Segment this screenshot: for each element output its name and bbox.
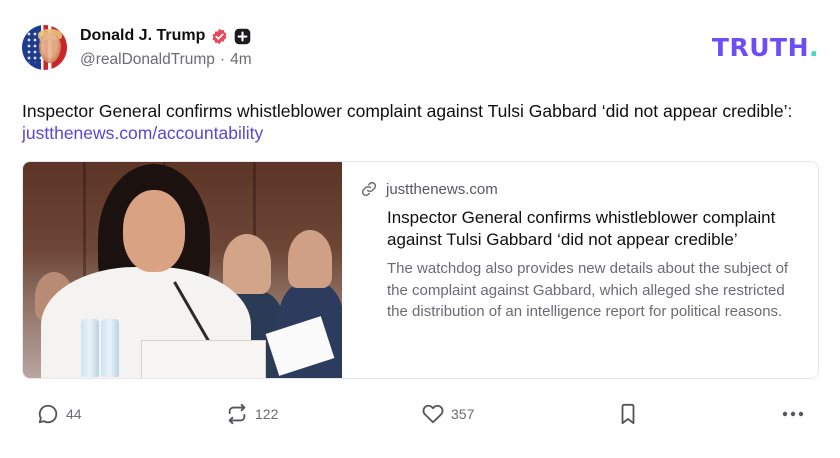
avatar[interactable] <box>22 25 67 70</box>
author-meta: @realDonaldTrump · 4m <box>80 51 252 69</box>
post-body-text: Inspector General confirms whistleblower… <box>22 101 793 121</box>
link-domain-row: justthenews.com <box>361 179 818 199</box>
link-description: The watchdog also provides new details a… <box>387 260 789 320</box>
more-icon <box>781 403 805 425</box>
post-actions: 44 122 357 <box>0 396 840 432</box>
truth-post: Donald J. Trump @realDonaldTrump · 4m TR… <box>0 0 840 458</box>
bookmark-button[interactable] <box>618 396 638 432</box>
link-preview-card[interactable]: justthenews.com Inspector General confir… <box>22 161 819 379</box>
link-preview-image <box>23 162 342 378</box>
subject-face <box>123 190 185 272</box>
post-text: Inspector General confirms whistleblower… <box>22 100 812 144</box>
retruth-button[interactable]: 122 <box>226 396 278 432</box>
reply-count: 44 <box>66 406 82 422</box>
retruth-count: 122 <box>255 406 279 422</box>
link-icon <box>361 181 377 197</box>
truth-social-logo[interactable]: TRUTH. <box>712 33 819 62</box>
water-bottle <box>81 319 99 377</box>
verified-badge-icon <box>211 28 228 45</box>
more-options-button[interactable] <box>781 396 805 432</box>
reply-button[interactable]: 44 <box>37 396 82 432</box>
logo-dot: . <box>809 33 819 62</box>
like-count: 357 <box>451 406 475 422</box>
plus-badge-icon <box>234 28 251 45</box>
post-link[interactable]: justthenews.com/accountability <box>22 123 263 143</box>
author-name-row: Donald J. Trump <box>80 25 251 47</box>
link-title: Inspector General confirms whistleblower… <box>387 208 776 249</box>
background-person <box>223 234 271 294</box>
author-handle[interactable]: @realDonaldTrump <box>80 51 215 69</box>
post-timestamp[interactable]: 4m <box>230 51 252 69</box>
retruth-icon <box>226 403 248 425</box>
link-domain: justthenews.com <box>386 180 498 198</box>
logo-text: TRUTH <box>711 33 809 62</box>
bookmark-icon <box>618 403 638 425</box>
meta-separator: · <box>219 51 226 68</box>
author-display-name[interactable]: Donald J. Trump <box>80 27 205 45</box>
like-button[interactable]: 357 <box>422 396 474 432</box>
heart-icon <box>422 403 444 425</box>
name-placard <box>141 340 266 378</box>
background-person <box>288 230 332 288</box>
link-preview-body: justthenews.com Inspector General confir… <box>342 162 818 378</box>
avatar-face <box>39 33 61 63</box>
reply-icon <box>37 403 59 425</box>
water-bottle <box>101 319 119 377</box>
